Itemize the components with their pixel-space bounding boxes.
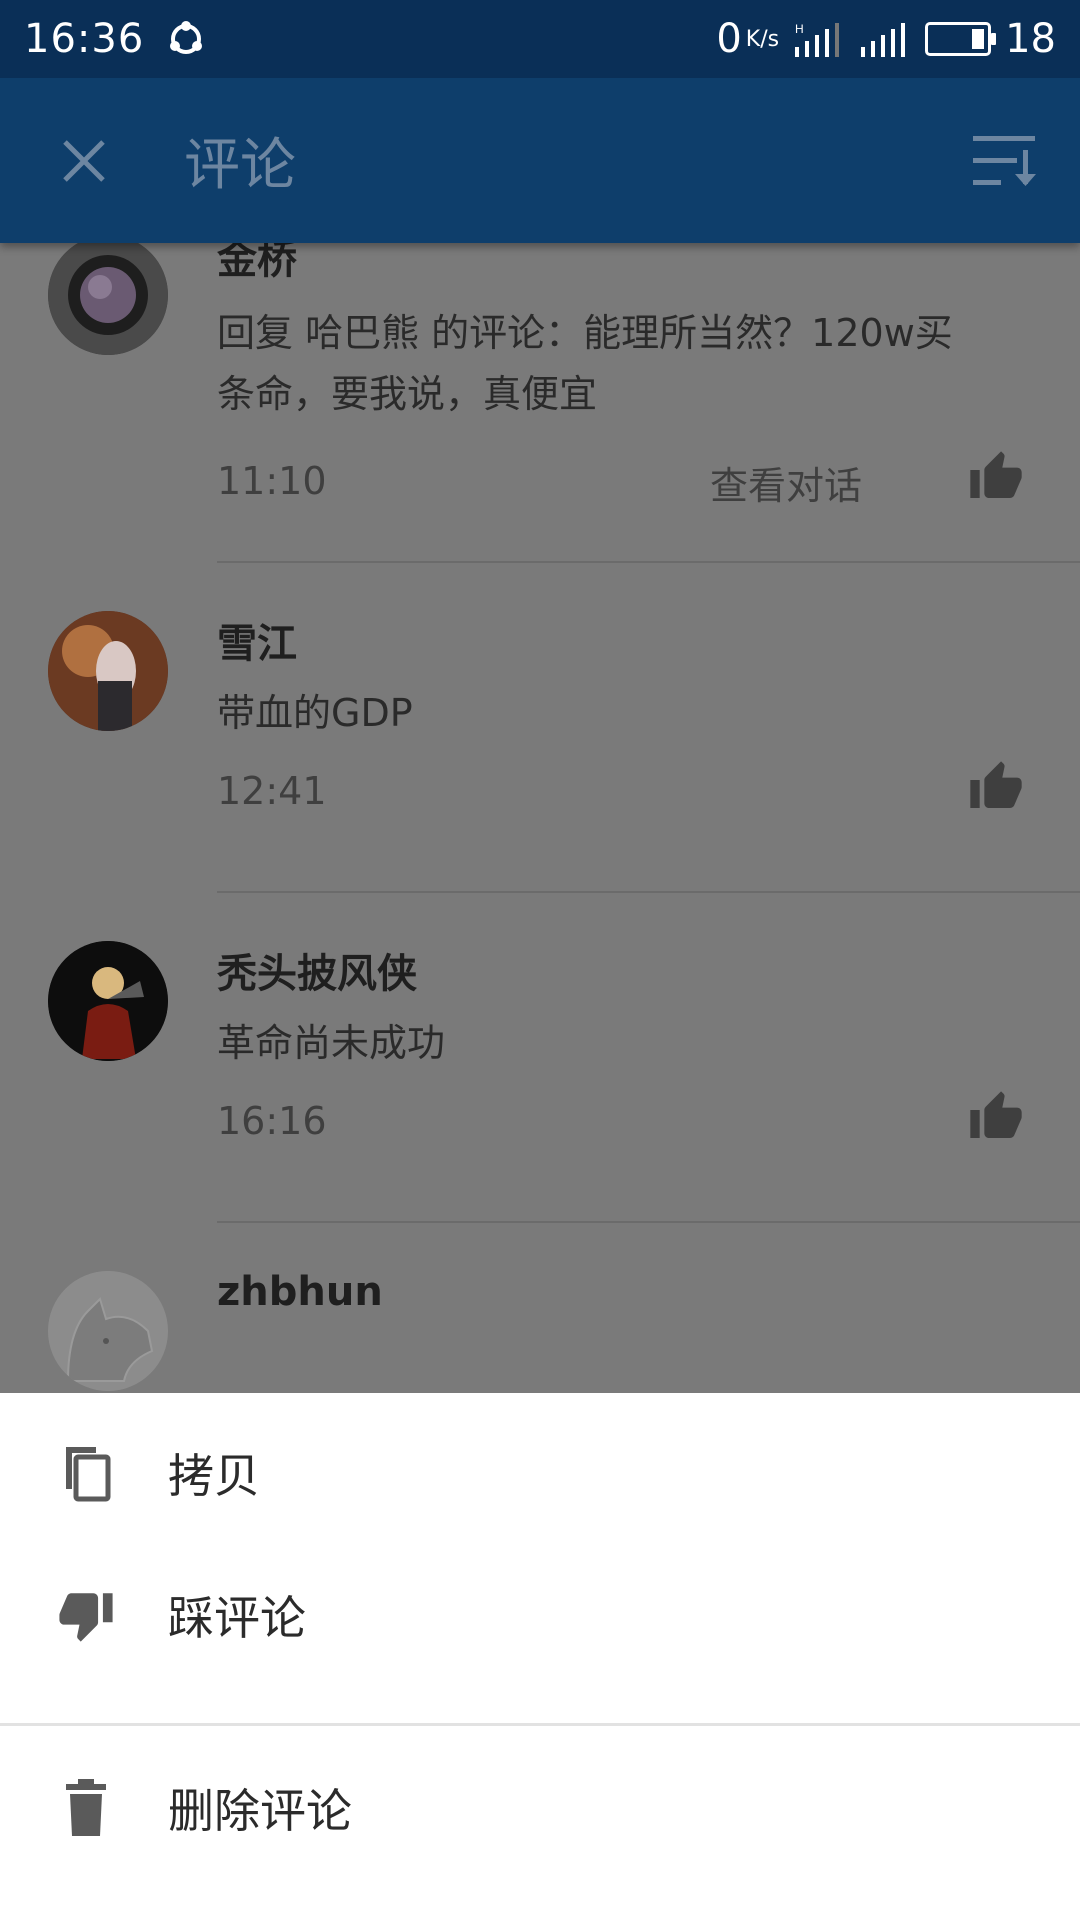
copy-icon — [54, 1441, 118, 1505]
signal-h-icon: H — [795, 22, 840, 57]
svg-text:H: H — [795, 22, 804, 36]
comment-author[interactable]: 金桥 — [217, 243, 297, 285]
comment-content: 革命尚未成功 — [217, 1021, 446, 1065]
avatar[interactable] — [48, 611, 168, 731]
comment-author[interactable]: 秃头披风侠 — [217, 941, 417, 999]
comment-content: 带血的GDP — [217, 691, 413, 735]
network-speed-value: 0 — [716, 16, 742, 62]
comment-content: 回复 哈巴熊 的评论：能理所当然？120w买 条命，要我说，真便宜 — [217, 303, 1017, 425]
battery-icon — [925, 22, 997, 56]
action-sheet: 拷贝 踩评论 删除评论 — [0, 1393, 1080, 1920]
signal-icon — [861, 23, 906, 57]
close-button[interactable] — [44, 121, 124, 201]
status-time: 16:36 — [24, 16, 145, 62]
delete-label: 删除评论 — [168, 1784, 352, 1838]
dislike-action[interactable]: 踩评论 — [0, 1545, 1080, 1685]
comment-author[interactable]: 雪江 — [217, 611, 297, 669]
network-speed-unit: K/s — [745, 26, 780, 52]
avatar-image — [48, 1271, 168, 1391]
status-indicators: 0 K/s H 18 — [716, 16, 1056, 62]
page-title: 评论 — [184, 133, 296, 198]
battery-level: 18 — [1005, 16, 1056, 62]
avatar-image — [48, 611, 168, 731]
avatar-image — [48, 941, 168, 1061]
comment-author[interactable]: zhbhun — [217, 1269, 383, 1315]
sort-icon — [973, 135, 1036, 186]
comment-content-line: 条命，要我说，真便宜 — [217, 372, 598, 416]
comment-item[interactable]: 金桥 回复 哈巴熊 的评论：能理所当然？120w买 条命，要我说，真便宜 11:… — [0, 243, 1080, 561]
trash-icon — [54, 1776, 118, 1840]
comment-item[interactable]: 雪江 带血的GDP 12:41 — [0, 563, 1080, 891]
sort-button[interactable] — [964, 121, 1044, 201]
thumb-up-icon[interactable] — [968, 449, 1024, 505]
avatar[interactable] — [48, 243, 168, 355]
comment-time: 16:16 — [217, 1099, 327, 1143]
comment-list[interactable]: 金桥 回复 哈巴熊 的评论：能理所当然？120w买 条命，要我说，真便宜 11:… — [0, 243, 1080, 1393]
avatar-image — [48, 243, 168, 355]
copy-action[interactable]: 拷贝 — [0, 1403, 1080, 1543]
thumb-up-icon[interactable] — [968, 1089, 1024, 1145]
sync-icon — [170, 21, 203, 54]
status-bar: 16:36 0 K/s H 18 — [0, 0, 1080, 78]
comment-content-line: 回复 哈巴熊 的评论：能理所当然？120w买 — [217, 311, 953, 355]
comment-time: 12:41 — [217, 769, 327, 813]
copy-label: 拷贝 — [168, 1449, 260, 1503]
view-dialog-link[interactable]: 查看对话 — [710, 455, 862, 510]
app-bar: 评论 — [0, 78, 1080, 243]
close-icon — [63, 139, 105, 182]
thumb-up-icon[interactable] — [968, 759, 1024, 815]
thumb-down-icon — [54, 1583, 118, 1647]
avatar[interactable] — [48, 1271, 168, 1391]
avatar[interactable] — [48, 941, 168, 1061]
delete-action[interactable]: 删除评论 — [0, 1738, 1080, 1878]
comment-item[interactable]: zhbhun — [0, 1223, 1080, 1393]
dislike-label: 踩评论 — [168, 1591, 306, 1645]
network-speed: 0 K/s — [716, 16, 779, 62]
comment-time: 11:10 — [217, 459, 327, 503]
divider — [0, 1723, 1080, 1726]
comment-item[interactable]: 秃头披风侠 革命尚未成功 16:16 — [0, 893, 1080, 1221]
